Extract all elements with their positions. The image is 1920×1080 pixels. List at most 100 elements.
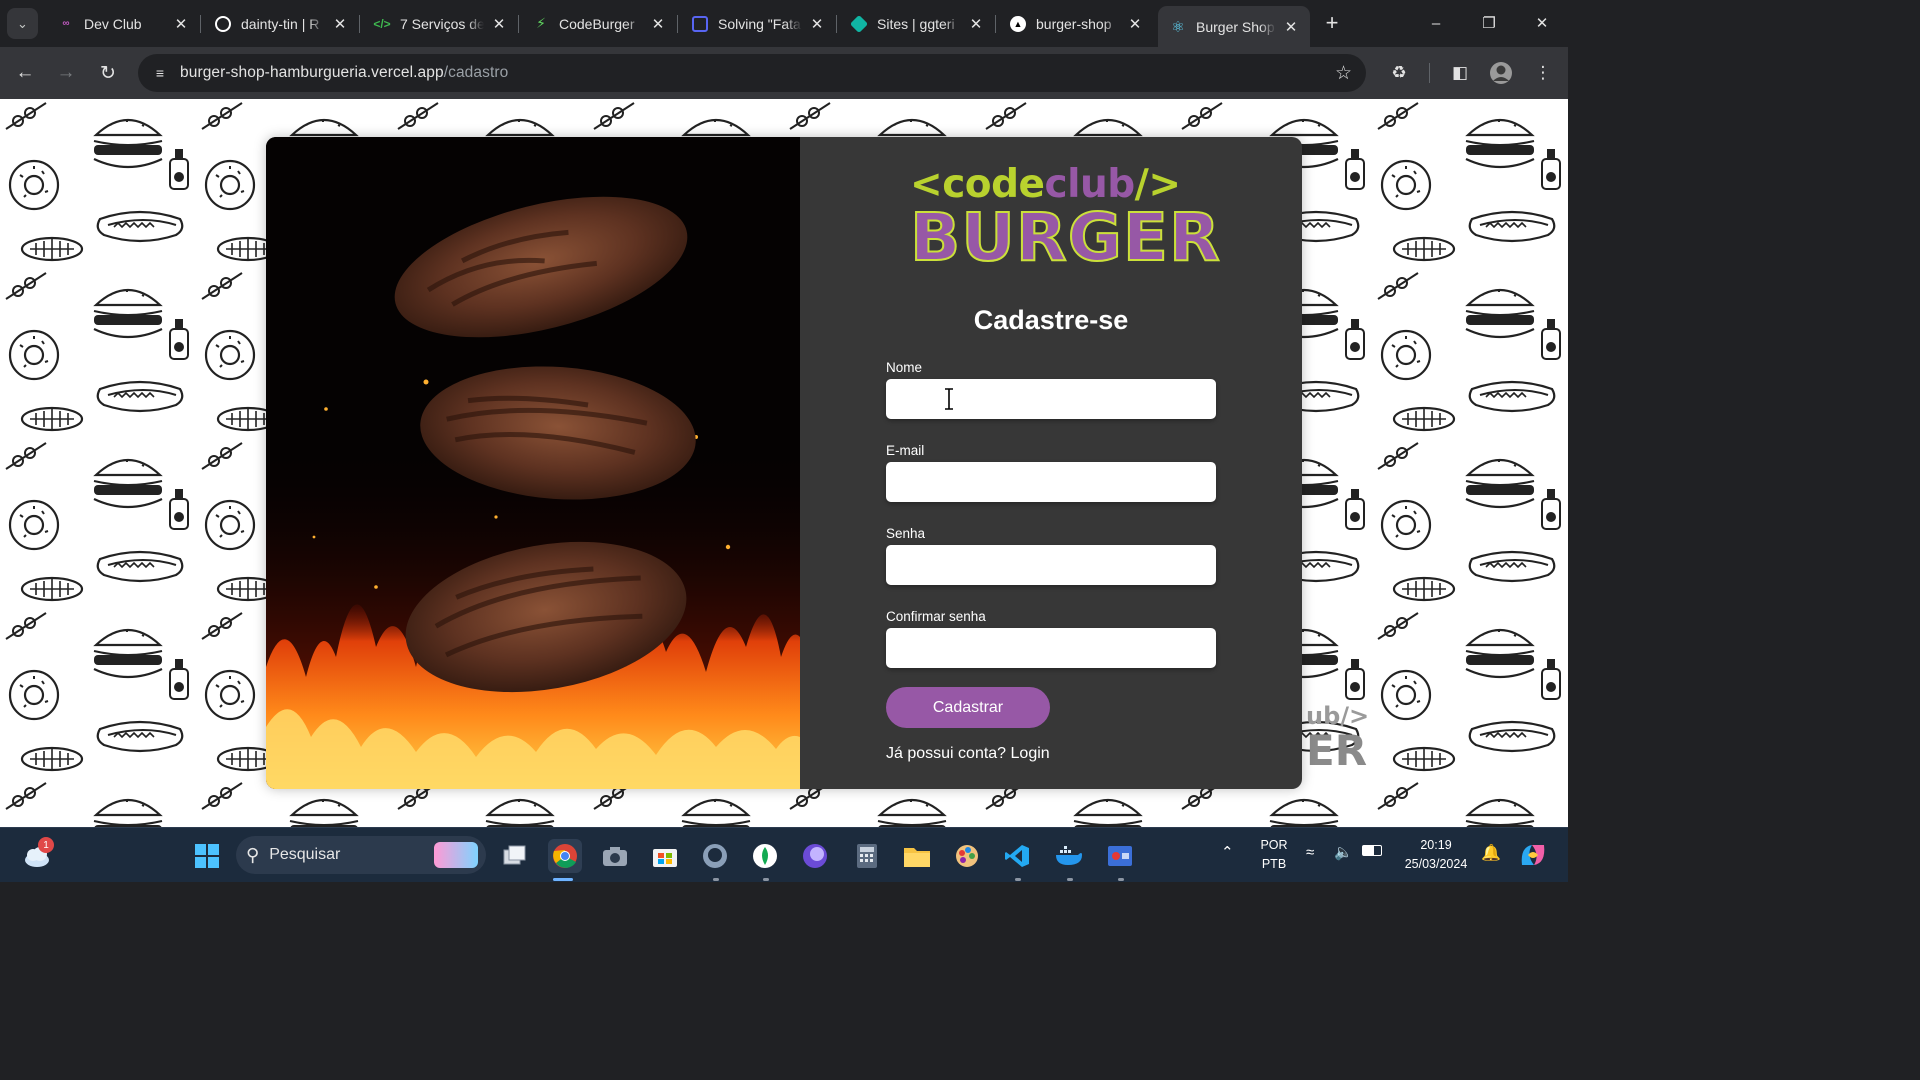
side-panel-icon[interactable]: ◧	[1447, 60, 1473, 86]
clock-date: 25/03/2024	[1404, 857, 1468, 871]
new-tab-plus-icon[interactable]: +	[1320, 10, 1344, 35]
notifications-bell-icon[interactable]: 🔔	[1481, 843, 1501, 863]
watermark-line1: ub/>	[1306, 702, 1370, 730]
volume-icon[interactable]: 🔈	[1334, 843, 1353, 861]
register-card: <codeclub/> BURGER Cadastre-se Nome E-ma…	[266, 137, 1302, 789]
close-icon[interactable]: ✕	[649, 15, 667, 33]
bookmark-star-icon[interactable]: ☆	[1335, 62, 1352, 85]
tab-title: Sites | ggteri	[877, 15, 955, 32]
taskbar-search-box[interactable]: ⚲ Pesquisar	[236, 836, 486, 874]
forward-arrow-icon[interactable]: →	[52, 59, 80, 87]
password-label: Senha	[886, 526, 926, 541]
battery-icon[interactable]	[1362, 845, 1382, 856]
back-arrow-icon[interactable]: ←	[11, 59, 39, 87]
reload-icon[interactable]: ↻	[94, 59, 122, 87]
code-icon: </>	[373, 16, 391, 31]
chrome-icon[interactable]	[548, 839, 582, 873]
tab-title: 7 Serviços de	[400, 15, 484, 32]
language-code: POR	[1260, 838, 1288, 852]
close-icon[interactable]: ✕	[490, 15, 508, 33]
language-indicator[interactable]: POR PTB	[1252, 836, 1296, 874]
running-indicator	[1118, 878, 1124, 881]
url-host: burger-shop-hamburgueria.vercel.app	[180, 64, 444, 81]
extensions-puzzle-icon[interactable]: ♻	[1386, 60, 1412, 86]
restore-icon[interactable]: ❐	[1466, 8, 1512, 38]
paint-icon[interactable]	[950, 839, 984, 873]
tab-burger-shop-active[interactable]: ⚛ Burger Shop ✕	[1158, 6, 1310, 47]
name-label: Nome	[886, 360, 923, 375]
diamond-icon	[849, 14, 869, 33]
copilot-icon[interactable]	[1518, 841, 1548, 869]
wifi-icon[interactable]: ≈	[1306, 844, 1314, 861]
docker-icon[interactable]	[1052, 839, 1086, 873]
running-indicator	[1015, 878, 1021, 881]
github-desktop-icon[interactable]	[698, 839, 732, 873]
close-icon[interactable]: ✕	[172, 15, 190, 33]
url-text[interactable]: burger-shop-hamburgueria.vercel.app/cada…	[180, 64, 508, 82]
url-path: /cadastro	[443, 64, 509, 81]
page-viewport: ub/> ER <codeclub/> BURGER Cadastre-se N…	[0, 99, 1568, 827]
calculator-icon[interactable]	[850, 839, 884, 873]
more-menu-icon[interactable]: ⋮	[1530, 60, 1556, 86]
bolt-icon: ⚡	[536, 15, 546, 31]
tray-overflow-chevron-icon[interactable]: ⌃	[1221, 843, 1234, 861]
name-input[interactable]	[886, 379, 1216, 419]
close-icon[interactable]: ✕	[808, 15, 826, 33]
vscode-icon[interactable]	[1000, 839, 1034, 873]
vercel-icon: ▲	[1010, 15, 1026, 32]
file-explorer-icon[interactable]	[900, 839, 934, 873]
tab-search-icon[interactable]: ⌄	[7, 8, 38, 39]
tab-solving[interactable]: Solving "Fata ✕	[680, 6, 837, 41]
windows-start-icon[interactable]	[190, 839, 224, 873]
watermark-line2: ER	[1306, 726, 1368, 775]
browser-toolbar: ← → ↻ ≡ burger-shop-hamburgueria.vercel.…	[0, 47, 1568, 99]
close-icon[interactable]: ✕	[331, 15, 349, 33]
camera-icon[interactable]	[598, 839, 632, 873]
confirm-password-label: Confirmar senha	[886, 609, 986, 624]
chat-icon	[692, 15, 708, 32]
text-cursor-icon	[945, 388, 953, 410]
task-view-icon[interactable]	[498, 839, 532, 873]
search-icon: ⚲	[246, 844, 260, 865]
confirm-password-input[interactable]	[886, 628, 1216, 668]
recorder-app-icon[interactable]	[1103, 839, 1137, 873]
email-input[interactable]	[886, 462, 1216, 502]
tab-sites[interactable]: Sites | ggteri ✕	[839, 6, 996, 41]
microsoft-store-icon[interactable]	[648, 839, 682, 873]
close-icon[interactable]: ✕	[967, 15, 985, 33]
login-link[interactable]: Já possui conta? Login	[886, 745, 1050, 763]
tab-dev-club[interactable]: ∞ Dev Club ✕	[46, 6, 201, 41]
register-button[interactable]: Cadastrar	[886, 687, 1050, 728]
tab-7-servicos[interactable]: </> 7 Serviços de ✕	[362, 6, 519, 41]
password-input[interactable]	[886, 545, 1216, 585]
search-highlight-icon	[434, 842, 478, 868]
active-app-indicator	[553, 878, 573, 881]
search-placeholder: Pesquisar	[269, 846, 341, 863]
tab-codeburger[interactable]: ⚡ CodeBurger ✕	[521, 6, 678, 41]
background-watermark-logo: ub/> ER	[1306, 704, 1396, 772]
window-close-icon[interactable]: ✕	[1519, 8, 1565, 38]
site-settings-icon[interactable]: ≡	[149, 62, 171, 84]
browser-tab-strip: ⌄ ∞ Dev Club ✕ dainty-tin | R ✕ </> 7 Se…	[0, 0, 1568, 47]
running-indicator	[1067, 878, 1073, 881]
react-icon: ⚛	[1171, 18, 1185, 36]
tab-title: Solving "Fata	[718, 15, 801, 32]
tab-dainty-tin[interactable]: dainty-tin | R ✕	[203, 6, 360, 41]
mongodb-compass-icon[interactable]	[748, 839, 782, 873]
profile-avatar[interactable]	[1488, 60, 1514, 86]
clock[interactable]: 20:19 25/03/2024	[1396, 836, 1476, 874]
address-bar[interactable]: ≡ burger-shop-hamburgueria.vercel.app/ca…	[138, 54, 1366, 92]
tab-burger-shop-vercel[interactable]: ▲ burger-shop ✕	[998, 6, 1154, 41]
running-indicator	[713, 878, 719, 881]
screen-recorder-icon[interactable]	[798, 839, 832, 873]
logo-burger-word: BURGER	[909, 199, 1221, 276]
close-icon[interactable]: ✕	[1126, 15, 1144, 33]
tab-title: dainty-tin | R	[241, 15, 320, 32]
replit-icon	[215, 15, 231, 32]
running-indicator	[763, 878, 769, 881]
toolbar-divider	[1429, 63, 1430, 83]
form-title: Cadastre-se	[973, 305, 1129, 335]
weather-widget-icon[interactable]: 1	[20, 837, 54, 873]
minimize-icon[interactable]: –	[1413, 8, 1459, 38]
close-icon[interactable]: ✕	[1282, 18, 1300, 36]
